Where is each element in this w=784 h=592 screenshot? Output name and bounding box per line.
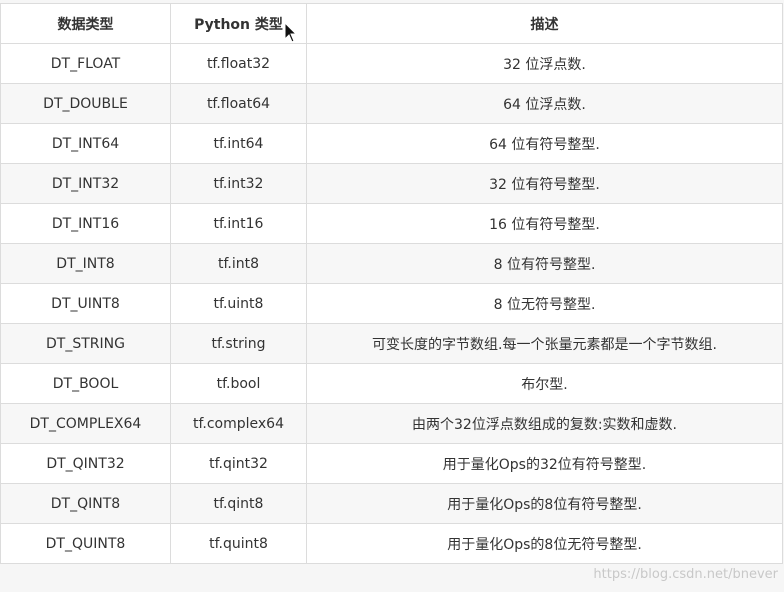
table-header-row: 数据类型 Python 类型 描述 — [0, 3, 783, 44]
page: 数据类型 Python 类型 描述 DT_FLOAT tf.float32 32… — [0, 0, 784, 592]
cell-description: 16 位有符号整型. — [306, 203, 783, 244]
cell-description: 64 位有符号整型. — [306, 123, 783, 164]
table-row: DT_COMPLEX64 tf.complex64 由两个32位浮点数组成的复数… — [0, 403, 783, 444]
cell-dtype: DT_QUINT8 — [0, 523, 171, 564]
table-row: DT_INT16 tf.int16 16 位有符号整型. — [0, 203, 783, 244]
cell-description: 用于量化Ops的8位有符号整型. — [306, 483, 783, 524]
cell-python-type: tf.float32 — [170, 43, 307, 84]
cell-dtype: DT_COMPLEX64 — [0, 403, 171, 444]
mouse-pointer-icon — [284, 22, 298, 43]
cell-dtype: DT_QINT32 — [0, 443, 171, 484]
cell-dtype: DT_INT16 — [0, 203, 171, 244]
cell-python-type: tf.uint8 — [170, 283, 307, 324]
cell-python-type: tf.int16 — [170, 203, 307, 244]
table-row: DT_DOUBLE tf.float64 64 位浮点数. — [0, 83, 783, 124]
table-row: DT_INT32 tf.int32 32 位有符号整型. — [0, 163, 783, 204]
table-row: DT_QINT8 tf.qint8 用于量化Ops的8位有符号整型. — [0, 483, 783, 524]
cell-python-type: tf.int32 — [170, 163, 307, 204]
cell-dtype: DT_DOUBLE — [0, 83, 171, 124]
data-type-table: 数据类型 Python 类型 描述 DT_FLOAT tf.float32 32… — [0, 3, 783, 564]
cell-dtype: DT_FLOAT — [0, 43, 171, 84]
header-description: 描述 — [306, 3, 783, 44]
watermark-url: https://blog.csdn.net/bnever — [593, 567, 778, 582]
cell-python-type: tf.bool — [170, 363, 307, 404]
cell-python-type: tf.float64 — [170, 83, 307, 124]
cell-dtype: DT_STRING — [0, 323, 171, 364]
cell-python-type: tf.complex64 — [170, 403, 307, 444]
cell-description: 由两个32位浮点数组成的复数:实数和虚数. — [306, 403, 783, 444]
cell-python-type: tf.int64 — [170, 123, 307, 164]
header-data-type: 数据类型 — [0, 3, 171, 44]
cell-dtype: DT_INT8 — [0, 243, 171, 284]
cell-description: 64 位浮点数. — [306, 83, 783, 124]
table-row: DT_INT64 tf.int64 64 位有符号整型. — [0, 123, 783, 164]
cell-dtype: DT_QINT8 — [0, 483, 171, 524]
cell-python-type: tf.qint32 — [170, 443, 307, 484]
cell-description: 用于量化Ops的8位无符号整型. — [306, 523, 783, 564]
table-row: DT_UINT8 tf.uint8 8 位无符号整型. — [0, 283, 783, 324]
cell-description: 8 位无符号整型. — [306, 283, 783, 324]
cell-python-type: tf.qint8 — [170, 483, 307, 524]
table-row: DT_QUINT8 tf.quint8 用于量化Ops的8位无符号整型. — [0, 523, 783, 564]
table-row: DT_INT8 tf.int8 8 位有符号整型. — [0, 243, 783, 284]
table-row: DT_BOOL tf.bool 布尔型. — [0, 363, 783, 404]
cell-description: 可变长度的字节数组.每一个张量元素都是一个字节数组. — [306, 323, 783, 364]
cell-description: 32 位浮点数. — [306, 43, 783, 84]
table-row: DT_FLOAT tf.float32 32 位浮点数. — [0, 43, 783, 84]
cell-dtype: DT_INT32 — [0, 163, 171, 204]
cell-description: 布尔型. — [306, 363, 783, 404]
cell-description: 用于量化Ops的32位有符号整型. — [306, 443, 783, 484]
cell-dtype: DT_INT64 — [0, 123, 171, 164]
cell-python-type: tf.int8 — [170, 243, 307, 284]
cell-python-type: tf.quint8 — [170, 523, 307, 564]
table-row: DT_STRING tf.string 可变长度的字节数组.每一个张量元素都是一… — [0, 323, 783, 364]
table-row: DT_QINT32 tf.qint32 用于量化Ops的32位有符号整型. — [0, 443, 783, 484]
cell-dtype: DT_UINT8 — [0, 283, 171, 324]
cell-python-type: tf.string — [170, 323, 307, 364]
cell-dtype: DT_BOOL — [0, 363, 171, 404]
cell-description: 32 位有符号整型. — [306, 163, 783, 204]
cell-description: 8 位有符号整型. — [306, 243, 783, 284]
